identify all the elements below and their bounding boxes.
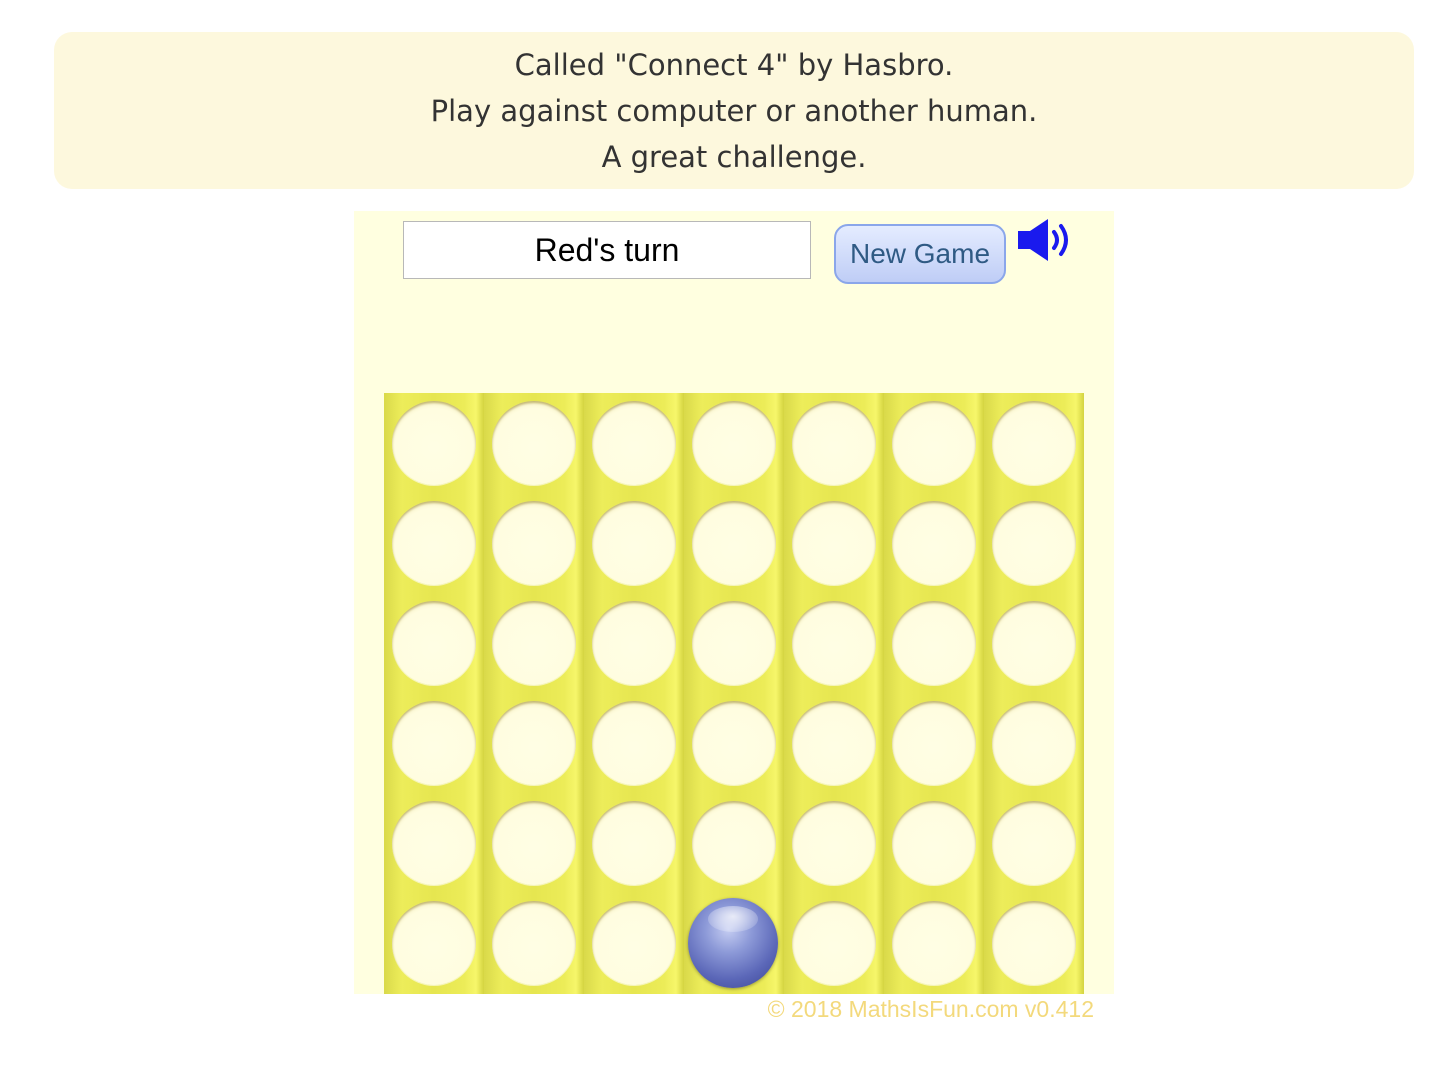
empty-slot [892, 701, 976, 785]
blue-piece [688, 898, 778, 988]
empty-slot [892, 401, 976, 485]
board-column-3[interactable] [584, 393, 684, 994]
empty-slot [792, 501, 876, 585]
speaker-on-icon[interactable] [1016, 217, 1076, 265]
empty-slot [692, 801, 776, 885]
board-column-4[interactable] [684, 393, 784, 994]
empty-slot [592, 601, 676, 685]
empty-slot [992, 601, 1076, 685]
board-column-5[interactable] [784, 393, 884, 994]
empty-slot [392, 801, 476, 885]
empty-slot [492, 901, 576, 985]
empty-slot [392, 901, 476, 985]
empty-slot [792, 401, 876, 485]
board-column-6[interactable] [884, 393, 984, 994]
empty-slot [792, 801, 876, 885]
empty-slot [592, 801, 676, 885]
empty-slot [792, 901, 876, 985]
board-column-7[interactable] [984, 393, 1084, 994]
empty-slot [892, 601, 976, 685]
empty-slot [392, 601, 476, 685]
empty-slot [592, 501, 676, 585]
empty-slot [792, 601, 876, 685]
empty-slot [392, 501, 476, 585]
empty-slot [392, 401, 476, 485]
intro-line-1: Called "Connect 4" by Hasbro. [514, 48, 954, 82]
intro-line-3: A great challenge. [601, 140, 867, 174]
empty-slot [892, 901, 976, 985]
empty-slot [992, 501, 1076, 585]
empty-slot [592, 701, 676, 785]
empty-slot [692, 601, 776, 685]
turn-status: Red's turn [403, 221, 811, 279]
game-panel: Red's turn New Game [354, 211, 1114, 994]
copyright-text: © 2018 MathsIsFun.com v0.412 [767, 996, 1094, 1022]
empty-slot [592, 901, 676, 985]
intro-line-2: Play against computer or another human. [430, 94, 1038, 128]
empty-slot [692, 401, 776, 485]
empty-slot [992, 801, 1076, 885]
empty-slot [592, 401, 676, 485]
new-game-button[interactable]: New Game [834, 224, 1006, 284]
empty-slot [392, 701, 476, 785]
empty-slot [992, 901, 1076, 985]
empty-slot [892, 801, 976, 885]
board-column-1[interactable] [384, 393, 484, 994]
game-board [384, 393, 1084, 994]
empty-slot [492, 801, 576, 885]
empty-slot [492, 701, 576, 785]
empty-slot [492, 601, 576, 685]
empty-slot [492, 501, 576, 585]
empty-slot [492, 401, 576, 485]
empty-slot [892, 501, 976, 585]
intro-box: Called "Connect 4" by Hasbro. Play again… [54, 32, 1414, 189]
empty-slot [792, 701, 876, 785]
empty-slot [692, 701, 776, 785]
empty-slot [992, 701, 1076, 785]
empty-slot [692, 501, 776, 585]
board-column-2[interactable] [484, 393, 584, 994]
empty-slot [992, 401, 1076, 485]
